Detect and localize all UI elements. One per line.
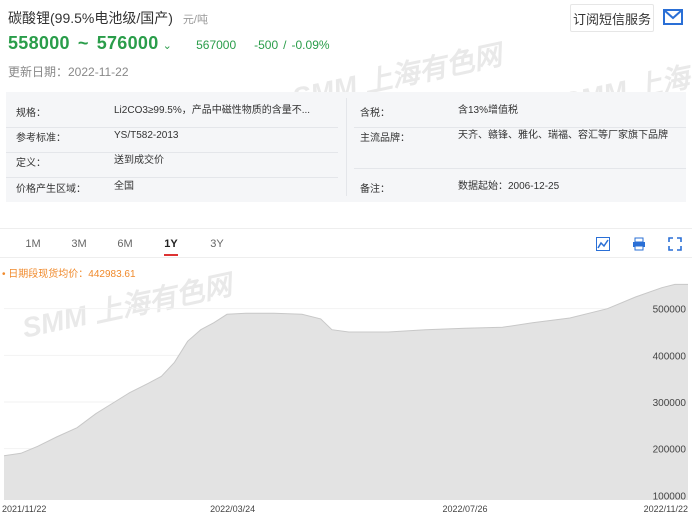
price-chart: 100000 200000 300000 400000 500000 2021/11/22… <box>2 283 688 514</box>
x-tick-label: 2021/11/22 <box>2 504 46 514</box>
y-tick-label: 500000 <box>653 305 687 316</box>
y-tick-label: 400000 <box>653 351 687 362</box>
y-tick-label: 100000 <box>653 491 687 502</box>
x-tick-label: 2022/11/22 <box>644 504 688 514</box>
x-tick-label: 2022/03/24 <box>210 504 255 514</box>
y-tick-label: 300000 <box>653 398 687 409</box>
x-tick-label: 2022/07/26 <box>442 504 487 514</box>
price-page: SMM 上海有色网 SMM 上海有色网 SMM 上海有色网 碳酸锂(99.5%电… <box>0 0 692 519</box>
y-tick-label: 200000 <box>653 445 687 456</box>
series-area <box>4 284 688 500</box>
